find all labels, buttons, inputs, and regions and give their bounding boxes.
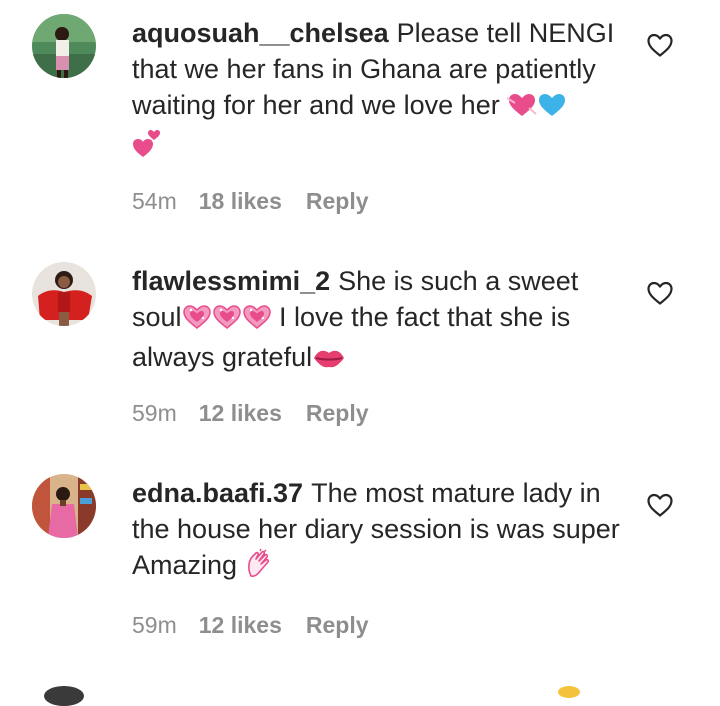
comment-timestamp: 59m	[132, 612, 177, 638]
comment-timestamp: 54m	[132, 188, 177, 214]
comment-username[interactable]: aquosuah__chelsea	[132, 18, 389, 48]
likes-count[interactable]: 12 likes	[199, 612, 282, 639]
two-hearts-icon	[132, 127, 162, 168]
heart-with-arrow-icon	[506, 91, 537, 127]
clapping-hands-icon	[245, 548, 273, 587]
comment-timestamp: 59m	[132, 400, 177, 426]
sparkling-heart-icon	[212, 303, 242, 339]
like-heart-icon[interactable]	[646, 280, 674, 306]
comment-body: aquosuah__chelsea Please tell NENGI that …	[132, 15, 627, 168]
likes-count[interactable]: 18 likes	[199, 188, 282, 215]
comment-username[interactable]: edna.baafi.37	[132, 478, 303, 508]
sparkling-heart-icon	[242, 303, 272, 339]
emoji-icon	[558, 686, 580, 698]
comment-meta: 59m 12 likes Reply	[132, 612, 369, 639]
sparkling-heart-icon	[182, 303, 212, 339]
kiss-mark-icon	[312, 343, 346, 379]
blue-heart-icon	[537, 91, 567, 127]
comment-body: edna.baafi.37 The most mature lady in the…	[132, 475, 627, 587]
reply-button[interactable]: Reply	[306, 188, 369, 215]
reply-button[interactable]: Reply	[306, 612, 369, 639]
avatar[interactable]	[32, 474, 96, 538]
reply-button[interactable]: Reply	[306, 400, 369, 427]
likes-count[interactable]: 12 likes	[199, 400, 282, 427]
avatar[interactable]	[32, 14, 96, 78]
comment-meta: 54m 18 likes Reply	[132, 188, 369, 215]
like-heart-icon[interactable]	[646, 492, 674, 518]
avatar[interactable]	[32, 262, 96, 326]
comment-body: flawlessmimi_2 She is such a sweet soul I…	[132, 263, 627, 379]
comment-username[interactable]: flawlessmimi_2	[132, 266, 330, 296]
avatar[interactable]	[44, 686, 84, 706]
like-heart-icon[interactable]	[646, 32, 674, 58]
comment-meta: 59m 12 likes Reply	[132, 400, 369, 427]
